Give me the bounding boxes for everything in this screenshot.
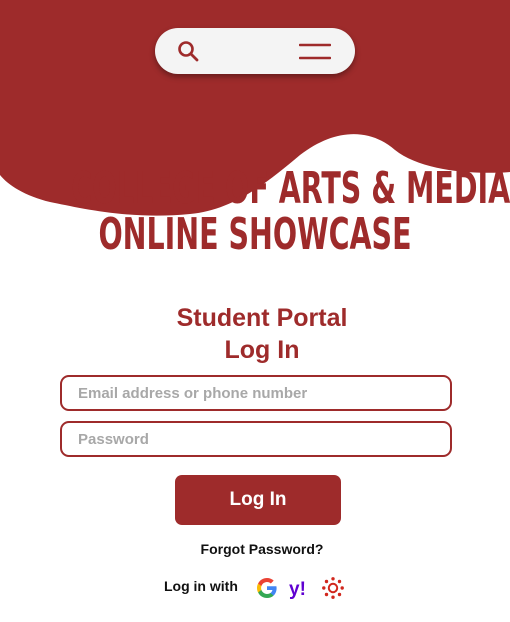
- top-navigation-bar: [155, 28, 355, 74]
- portal-heading: Student Portal Log In: [0, 302, 510, 366]
- email-field[interactable]: [60, 375, 452, 411]
- yahoo-icon[interactable]: y!: [289, 576, 313, 600]
- portal-heading-line-1: Student Portal: [176, 304, 348, 332]
- canvas-icon[interactable]: [321, 576, 345, 600]
- google-icon[interactable]: [255, 576, 279, 600]
- forgot-password-link[interactable]: Forgot Password?: [0, 541, 510, 557]
- site-title: COLLEGE OF ARTS & MEDIA ONLINE SHOWCASE: [71, 163, 510, 260]
- search-icon[interactable]: [177, 40, 199, 62]
- portal-heading-line-2: Log In: [224, 336, 300, 364]
- social-login-label: Log in with: [164, 578, 238, 594]
- svg-text:y!: y!: [289, 579, 306, 600]
- site-title-line-2: ONLINE SHOWCASE: [98, 209, 412, 260]
- hamburger-menu-icon[interactable]: [299, 42, 331, 62]
- password-field[interactable]: [60, 421, 452, 457]
- site-title-line-1: COLLEGE OF ARTS & MEDIA: [71, 163, 510, 214]
- login-button[interactable]: Log In: [175, 475, 341, 525]
